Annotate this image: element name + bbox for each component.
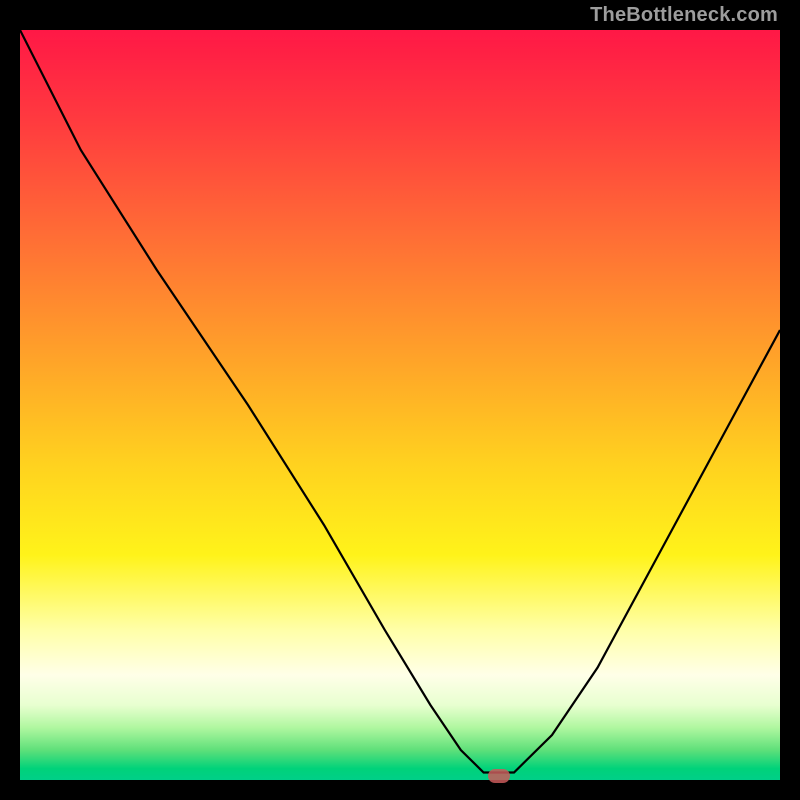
bottleneck-curve [20,30,780,780]
watermark-text: TheBottleneck.com [590,4,778,27]
optimum-marker [488,769,510,783]
chart-frame: TheBottleneck.com [0,0,800,800]
